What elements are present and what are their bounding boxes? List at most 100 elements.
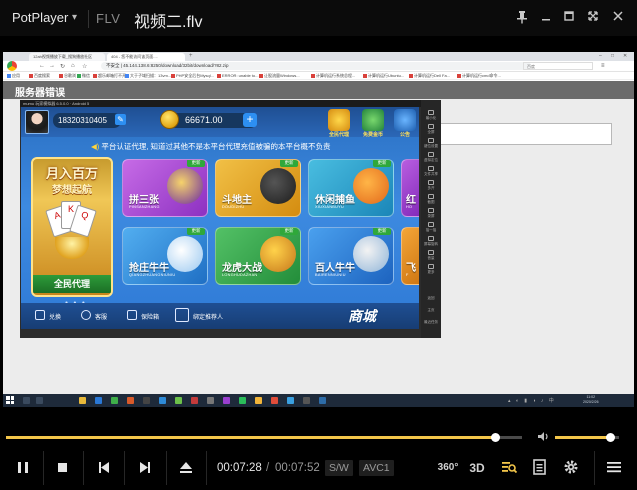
page-input-box[interactable]: [415, 123, 612, 145]
minimize-icon[interactable]: [538, 10, 554, 26]
taskbar-app-icon[interactable]: [95, 397, 102, 404]
sidebar-item[interactable]: 屏幕旋转: [424, 236, 438, 246]
main-menu-icon[interactable]: [604, 458, 624, 478]
taskbar-app-icon[interactable]: [175, 397, 182, 404]
address-bar[interactable]: 不安全 | 45.144.138.6:8250/download/32bit/d…: [101, 62, 531, 70]
bind-referrer-icon[interactable]: [175, 308, 189, 322]
volume-handle[interactable]: [605, 433, 615, 442]
decoder-badge[interactable]: S/W: [325, 460, 353, 476]
close-icon[interactable]: [610, 10, 626, 26]
sidebar-item[interactable]: 截图: [424, 194, 438, 204]
bind-referrer-button[interactable]: 绑定推荐人: [193, 312, 223, 321]
bookmark[interactable]: 计算机运行系统总程...: [316, 73, 355, 78]
phone-icon[interactable]: [81, 310, 91, 320]
game-card-xiuxianbuyu[interactable]: 更新 休闲捕鱼 XIUXIANBUYU: [308, 159, 394, 217]
star-icon[interactable]: ☆: [82, 63, 87, 70]
agent-icon[interactable]: [328, 109, 350, 131]
taskbar-app-icon[interactable]: [223, 397, 230, 404]
avatar[interactable]: [25, 110, 49, 134]
volume-slider[interactable]: [555, 433, 619, 442]
sidebar-item[interactable]: 全屏: [424, 124, 438, 134]
maximize-icon[interactable]: [561, 10, 577, 26]
bookmark[interactable]: 计算机运行Ubuntu...: [368, 73, 404, 78]
bookmark[interactable]: ERROR: unable to...: [222, 73, 258, 78]
bookmark[interactable]: PHP安全后台Mysql...: [176, 73, 214, 78]
sidebar-item[interactable]: 键位设置: [424, 138, 438, 148]
add-coins-button[interactable]: +: [243, 113, 257, 127]
sidebar-item[interactable]: 文件共享: [424, 166, 438, 176]
search-icon[interactable]: [23, 397, 30, 404]
explorer-icon[interactable]: [79, 397, 86, 404]
menu-icon[interactable]: ≡: [601, 63, 605, 69]
browser-close-icon[interactable]: ✕: [623, 53, 627, 59]
taskbar-app-icon[interactable]: [239, 397, 246, 404]
seek-bar[interactable]: [6, 433, 522, 442]
back-icon[interactable]: 返回: [424, 296, 438, 300]
playlist-search-icon[interactable]: [499, 458, 519, 478]
game-card-doudizhu[interactable]: 更新 斗地主 DOUDIZHU: [215, 159, 301, 217]
game-card-partial[interactable]: 飞 F: [401, 227, 419, 285]
bookmark[interactable]: 微信: [82, 73, 90, 78]
taskbar-app-icon[interactable]: [319, 397, 326, 404]
browser-tab[interactable]: 12ah视频播放下载_搜狗播放社区: [29, 53, 105, 61]
taskbar-app-icon[interactable]: [143, 397, 150, 404]
volume-icon[interactable]: [537, 431, 550, 445]
game-card-qiangzhuangniuniu[interactable]: 更新 抢庄牛牛 QIANGZHUANGNIUNIU: [122, 227, 208, 285]
bookmark[interactable]: 计算机运行Dell Fa...: [414, 73, 450, 78]
game-card-pinsanzhang[interactable]: 更新 拼三张 PINSANZHANG: [122, 159, 208, 217]
back-icon[interactable]: ←: [39, 63, 45, 69]
taskbar-app-icon[interactable]: [111, 397, 118, 404]
app-name[interactable]: PotPlayer: [12, 10, 68, 25]
bookmark[interactable]: 谷歌浏: [64, 73, 76, 78]
chapter-list-icon[interactable]: [530, 458, 550, 478]
system-tray-icons[interactable]: ▴ ◐ ▮ ◑ ♪ 中: [508, 397, 556, 404]
taskbar-app-icon[interactable]: [191, 397, 198, 404]
next-button[interactable]: [128, 451, 162, 485]
task-view-icon[interactable]: [36, 397, 43, 404]
sidebar-item[interactable]: 虚拟定位: [424, 152, 438, 162]
forward-icon[interactable]: →: [49, 63, 55, 69]
free-coins-icon[interactable]: [362, 109, 384, 131]
pause-button[interactable]: [6, 451, 40, 485]
taskbar-clock[interactable]: 11:02 2020/2/26: [583, 395, 599, 405]
search-box[interactable]: 百度: [523, 62, 593, 70]
safe-icon[interactable]: [127, 310, 137, 320]
exchange-button[interactable]: 兑换: [49, 312, 61, 321]
shop-button[interactable]: 商城: [348, 306, 376, 326]
safe-button[interactable]: 保险箱: [141, 312, 159, 321]
seek-handle[interactable]: [491, 433, 501, 442]
bookmark[interactable]: 百度搜索: [34, 73, 50, 78]
codec-badge[interactable]: AVC1: [359, 460, 394, 476]
taskbar-app-icon[interactable]: [303, 397, 310, 404]
settings-gear-icon[interactable]: [561, 458, 581, 478]
browser-maximize-icon[interactable]: □: [611, 53, 614, 59]
promo-banner[interactable]: 月入百万 梦想起航 A K Q 全民代理: [31, 157, 113, 297]
sidebar-item[interactable]: 摇一摇: [424, 222, 438, 232]
fullscreen-icon[interactable]: [585, 10, 601, 26]
taskbar-app-icon[interactable]: [127, 397, 134, 404]
edit-icon[interactable]: ✎: [115, 114, 126, 125]
sidebar-item[interactable]: 更多: [424, 264, 438, 274]
sidebar-item[interactable]: 最小化: [424, 110, 438, 120]
browser-tab-active[interactable]: 404 - 您不能访问该页面....: [107, 53, 185, 61]
game-card-partial[interactable]: 红 HO: [401, 159, 419, 217]
sidebar-item[interactable]: 多开: [424, 180, 438, 190]
game-screen[interactable]: 18320310405 ✎ 66671.00 + 全民代理 免费金币 公告 ◀)…: [21, 107, 419, 329]
taskbar-app-icon[interactable]: [271, 397, 278, 404]
game-card-bairenniuniu[interactable]: 更新 百人牛牛 BAIRENNIUNIU: [308, 227, 394, 285]
home-icon[interactable]: 主页: [424, 308, 438, 312]
taskbar-app-icon[interactable]: [287, 397, 294, 404]
taskbar-app-icon[interactable]: [207, 397, 214, 404]
app-menu-chevron-icon[interactable]: ▾: [72, 12, 77, 23]
chrome-taskbar-icon[interactable]: [255, 397, 262, 404]
new-tab-icon[interactable]: +: [189, 53, 193, 59]
sidebar-item[interactable]: 音量: [424, 250, 438, 260]
bookmark[interactable]: 大于子域扫描：13vm...: [130, 73, 171, 78]
3d-button[interactable]: 3D: [467, 458, 487, 478]
eject-button[interactable]: [169, 451, 203, 485]
stop-button[interactable]: [46, 451, 80, 485]
bookmark[interactable]: 应用: [12, 73, 20, 78]
exchange-icon[interactable]: [35, 310, 45, 320]
taskbar-app-icon[interactable]: [159, 397, 166, 404]
previous-button[interactable]: [87, 451, 121, 485]
